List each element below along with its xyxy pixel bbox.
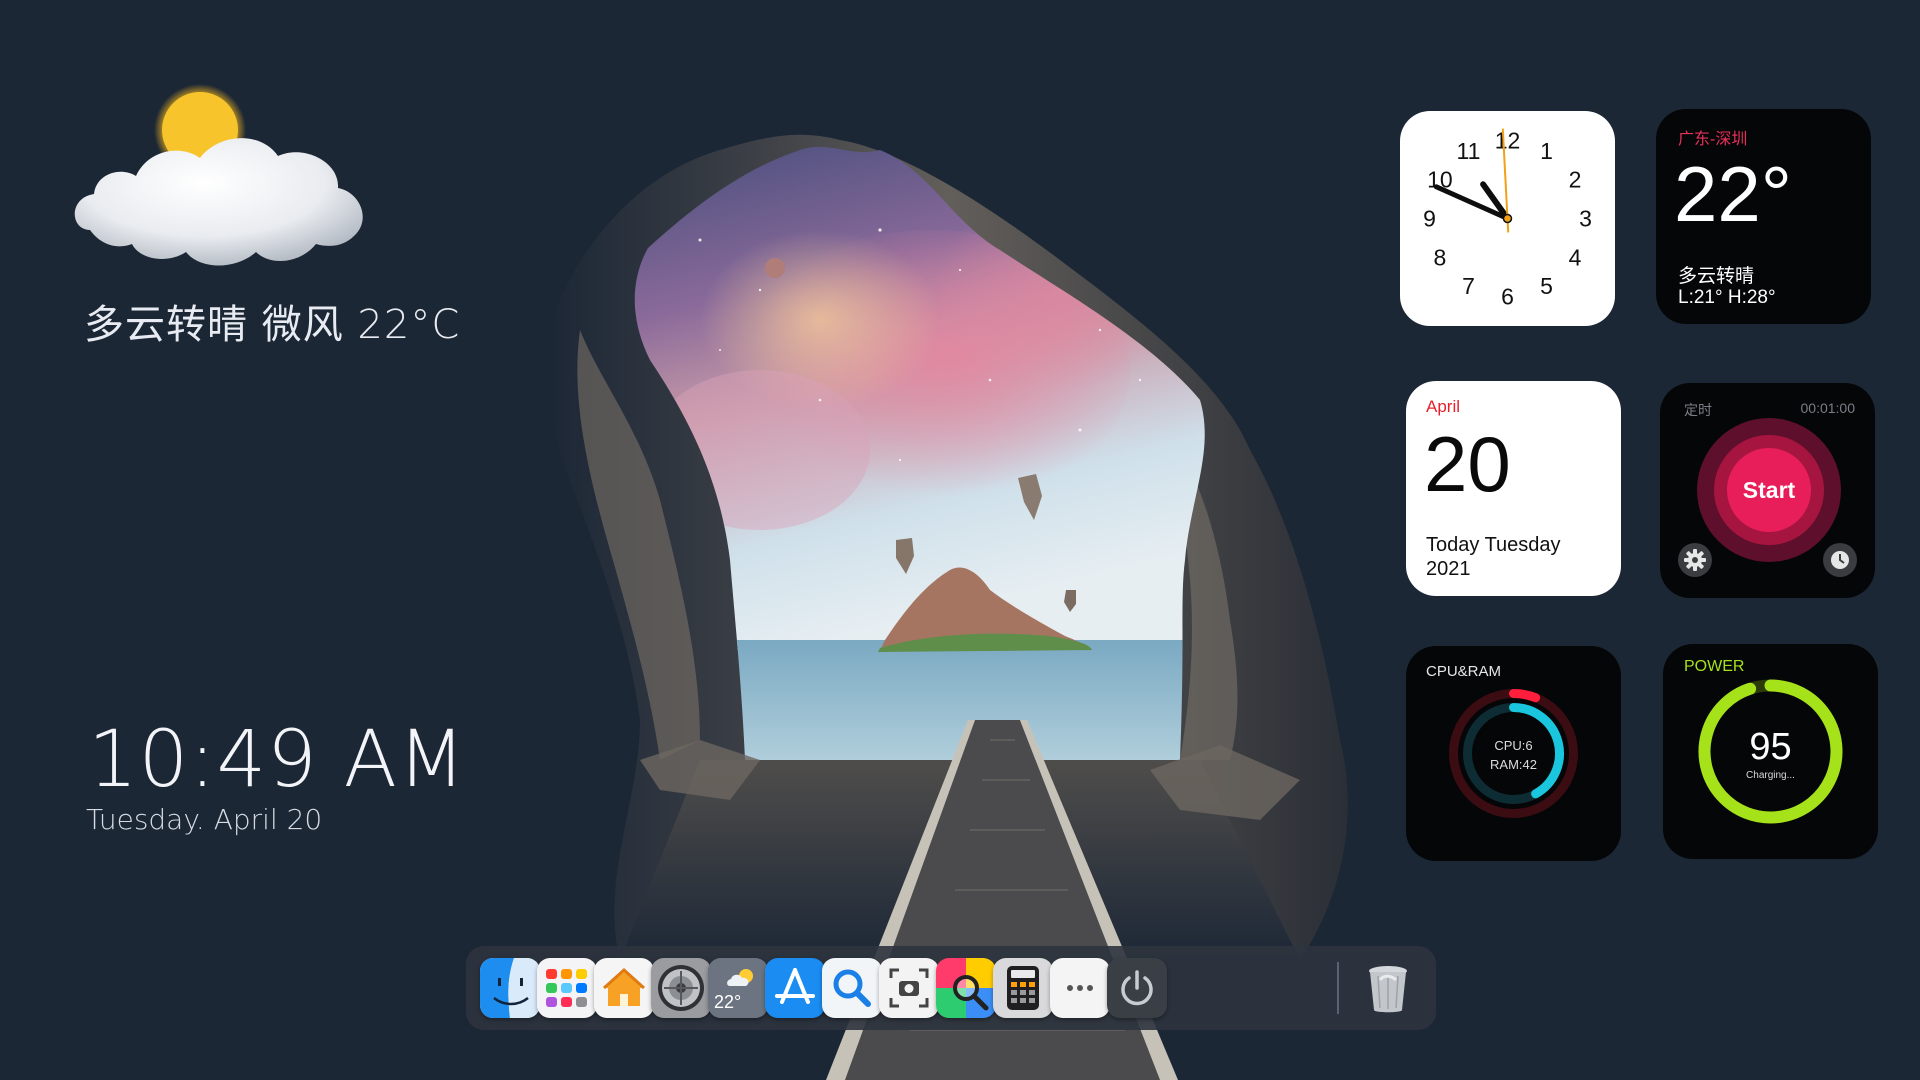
- clock-number: 3: [1579, 206, 1592, 232]
- cpu-value: CPU:6: [1494, 738, 1533, 753]
- timer-settings-button[interactable]: [1678, 543, 1712, 577]
- finder-icon: [480, 958, 540, 1018]
- charging-status: Charging...: [1746, 770, 1795, 781]
- search-icon: [822, 958, 882, 1018]
- clock-center: [1502, 213, 1513, 224]
- clock-number: 4: [1569, 245, 1582, 271]
- calendar-widget[interactable]: April 20 Today Tuesday 2021: [1406, 381, 1621, 596]
- timer-history-button[interactable]: [1823, 543, 1857, 577]
- dock-item-color-picker[interactable]: [936, 958, 996, 1018]
- dock-divider: [1337, 962, 1339, 1014]
- timer-start-button[interactable]: Start: [1727, 448, 1811, 532]
- calendar-day: 20: [1424, 420, 1511, 508]
- dock-item-power[interactable]: [1107, 958, 1167, 1018]
- timer-widget[interactable]: 定时 00:01:00 Start: [1660, 383, 1875, 598]
- dock-item-calculator[interactable]: [993, 958, 1053, 1018]
- dock-item-more[interactable]: [1050, 958, 1110, 1018]
- more-icon: [1050, 958, 1110, 1018]
- calendar-year: 2021: [1426, 558, 1471, 580]
- power-icon: [1107, 958, 1167, 1018]
- timer-duration: 00:01:00: [1800, 400, 1856, 416]
- home-icon: [594, 958, 654, 1018]
- weather-city: 广东-深圳: [1678, 129, 1748, 148]
- color-picker-icon: [936, 958, 996, 1018]
- battery-level: 95: [1749, 726, 1792, 768]
- clock-number: 1: [1540, 138, 1553, 164]
- dock-item-screenshot[interactable]: [879, 958, 939, 1018]
- clock-number: 9: [1423, 206, 1436, 232]
- power-widget[interactable]: POWER 95 Charging...: [1663, 644, 1878, 859]
- app-store-icon: [765, 958, 825, 1018]
- clock-number: 5: [1540, 273, 1553, 299]
- calendar-weekday: Today Tuesday: [1426, 534, 1561, 556]
- power-label: POWER: [1684, 658, 1745, 675]
- dock-item-weather[interactable]: 22°: [708, 958, 768, 1018]
- dock-item-launchpad[interactable]: [537, 958, 597, 1018]
- cpu-ram-label: CPU&RAM: [1426, 663, 1502, 680]
- dock-item-search[interactable]: [822, 958, 882, 1018]
- analog-clock: 12 1234567891011: [1423, 128, 1592, 310]
- dock-item-trash[interactable]: [1358, 958, 1418, 1018]
- dock: 22°: [466, 946, 1436, 1030]
- desktop-time: 10:49 AM: [88, 715, 467, 805]
- clock-number: 7: [1462, 273, 1475, 299]
- dock-item-finder[interactable]: [480, 958, 540, 1018]
- screenshot-icon: [879, 958, 939, 1018]
- settings-icon: [651, 958, 711, 1018]
- clock-widget[interactable]: 12 1 2 3 4 5 6 7 8 9 10 11: [1400, 111, 1615, 326]
- calendar-month: April: [1426, 397, 1461, 416]
- cpu-ram-widget[interactable]: CPU&RAM CPU:6 RAM:42: [1406, 646, 1621, 861]
- timer-label: 定时: [1684, 403, 1712, 419]
- dock-item-settings[interactable]: [651, 958, 711, 1018]
- clock-number: 11: [1457, 138, 1481, 164]
- weather-range: L:21° H:28°: [1678, 287, 1776, 308]
- dock-item-home[interactable]: [594, 958, 654, 1018]
- calculator-icon: [993, 958, 1053, 1018]
- gear-icon: [1684, 549, 1706, 571]
- clock-number: 2: [1569, 167, 1582, 193]
- clock-icon: [1831, 551, 1849, 569]
- launchpad-icon: [537, 958, 597, 1018]
- weather-summary: 多云转晴 微风 22°C: [84, 302, 461, 348]
- weather-temperature: 22°: [1674, 150, 1792, 238]
- dock-item-app-store[interactable]: [765, 958, 825, 1018]
- partly-cloudy-icon: [74, 84, 363, 266]
- desktop-date: Tuesday. April 20: [86, 803, 323, 836]
- dock-weather-temp: 22°: [714, 992, 742, 1012]
- clock-number: 8: [1434, 245, 1447, 271]
- weather-condition: 多云转晴: [1678, 265, 1755, 287]
- clock-number: 6: [1501, 284, 1514, 310]
- weather-widget[interactable]: 广东-深圳 22° 多云转晴 L:21° H:28°: [1656, 109, 1871, 324]
- trash-icon: [1369, 966, 1407, 1013]
- cpu-ring: [1509, 689, 1541, 703]
- ram-value: RAM:42: [1490, 757, 1537, 772]
- clock-number: 12: [1495, 128, 1521, 154]
